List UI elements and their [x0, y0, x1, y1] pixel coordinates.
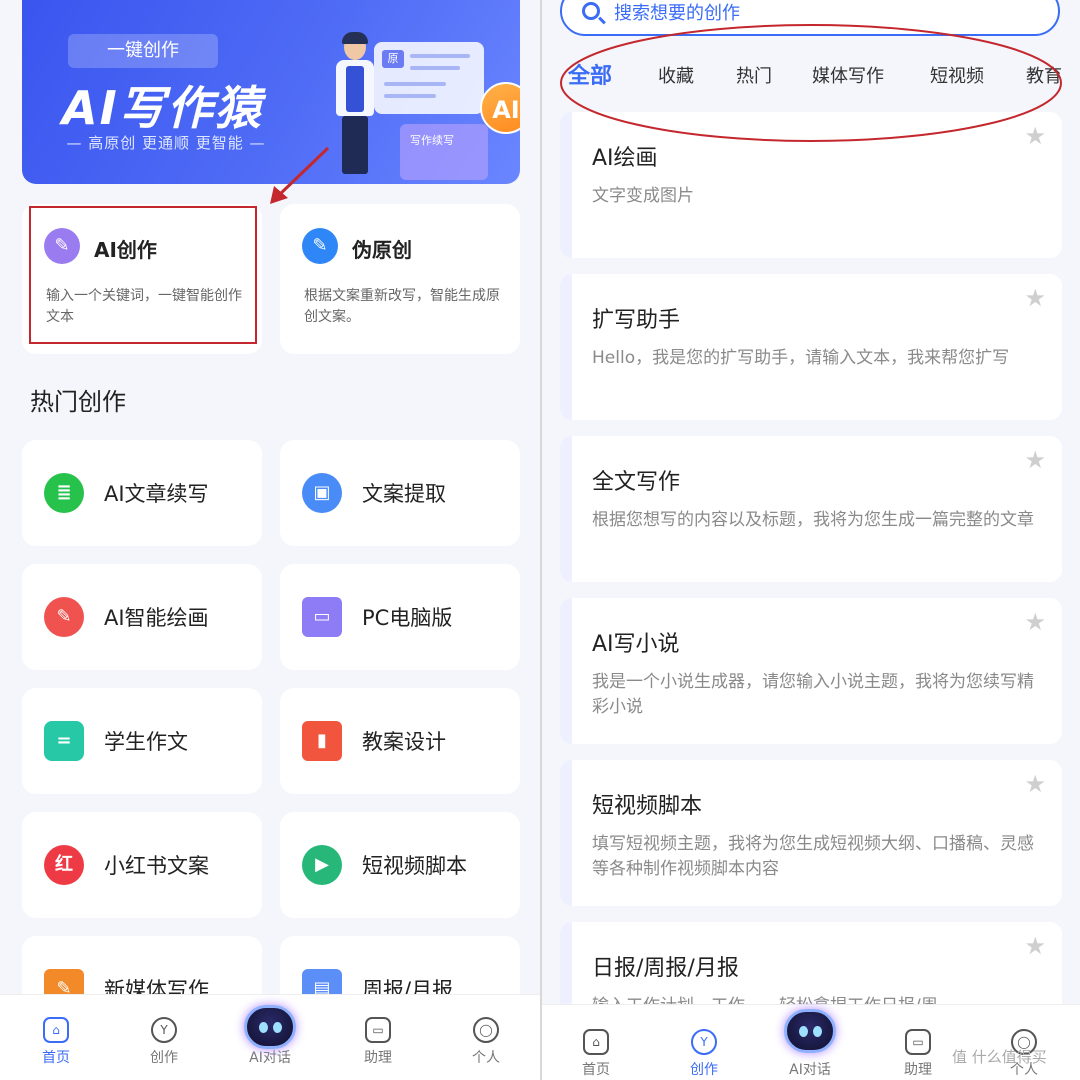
- bottom-nav: ⌂ 首页 Y 创作 AI对话 ▭ 助理 ◯ 个人: [542, 1004, 1080, 1080]
- tool-pc-version[interactable]: ▭ PC电脑版: [280, 564, 520, 670]
- nav-profile[interactable]: ◯ 个人: [446, 1017, 526, 1067]
- rewrite-title: 伪原创: [352, 238, 412, 262]
- nav-label: AI对话: [789, 1062, 831, 1078]
- home-icon: ⌂: [583, 1029, 609, 1055]
- laptop-icon: ▭: [302, 597, 342, 637]
- assistant-icon: ▭: [365, 1017, 391, 1043]
- nav-label: 助理: [904, 1062, 932, 1078]
- star-icon[interactable]: ★: [1024, 284, 1046, 312]
- item-desc: Hello，我是您的扩写助手，请输入文本，我来帮您扩写: [592, 348, 1010, 368]
- home-screen: 一键创作 AI写作猿 — 高原创 更通顺 更智能 — 原 写作续写 AI ✎ A…: [0, 0, 540, 1080]
- list-item[interactable]: 全文写作 根据您想写的内容以及标题，我将为您生成一篇完整的文章 ★: [560, 436, 1062, 582]
- illustration-card: 原: [374, 42, 484, 114]
- nav-label: 首页: [582, 1062, 610, 1078]
- tool-label: AI智能绘画: [104, 606, 209, 630]
- assistant-icon: ▭: [905, 1029, 931, 1055]
- tool-label: AI文章续写: [104, 482, 209, 506]
- bottom-nav: ⌂ 首页 Y 创作 AI对话 ▭ 助理 ◯ 个人: [0, 994, 540, 1080]
- nav-create[interactable]: Y 创作: [124, 1017, 204, 1067]
- robot-icon: [244, 1005, 296, 1049]
- create-icon: Y: [691, 1029, 717, 1055]
- illustration-line: [410, 54, 470, 58]
- video-extract-icon: ▣: [302, 473, 342, 513]
- home-icon: ⌂: [43, 1017, 69, 1043]
- star-icon[interactable]: ★: [1024, 932, 1046, 960]
- tool-label: 教案设计: [362, 730, 446, 754]
- tool-article-continue[interactable]: ≣ AI文章续写: [22, 440, 262, 546]
- tool-label: 学生作文: [104, 730, 188, 754]
- banner-subtitle: — 高原创 更通顺 更智能 —: [66, 134, 266, 152]
- illustration-line: [384, 82, 446, 86]
- robot-icon: [784, 1009, 836, 1053]
- tool-lesson-plan[interactable]: ▮ 教案设计: [280, 688, 520, 794]
- star-icon[interactable]: ★: [1024, 446, 1046, 474]
- item-title: 扩写助手: [592, 308, 681, 333]
- banner-tag: 一键创作: [68, 34, 218, 68]
- section-title-hot: 热门创作: [30, 388, 126, 416]
- nav-label: 助理: [364, 1050, 392, 1066]
- tool-ai-painting[interactable]: ✎ AI智能绘画: [22, 564, 262, 670]
- nav-label: 首页: [42, 1050, 70, 1066]
- star-icon[interactable]: ★: [1024, 770, 1046, 798]
- palette-icon: ✎: [44, 597, 84, 637]
- document-icon: ≣: [44, 473, 84, 513]
- illustration-card-secondary: 写作续写: [400, 124, 488, 180]
- item-title: 全文写作: [592, 470, 681, 495]
- edit-icon: ✎: [302, 228, 338, 264]
- nav-home[interactable]: ⌂ 首页: [556, 1029, 636, 1079]
- create-icon: Y: [151, 1017, 177, 1043]
- tool-xiaohongshu[interactable]: 红 小红书文案: [22, 812, 262, 918]
- rewrite-desc: 根据文案重新改写，智能生成原创文案。: [304, 288, 500, 325]
- nav-label: AI对话: [249, 1050, 291, 1066]
- tool-label: 小红书文案: [104, 854, 209, 878]
- list-item[interactable]: 短视频脚本 填写短视频主题，我将为您生成短视频大纲、口播稿、灵感等各种制作视频脚…: [560, 760, 1062, 906]
- search-icon: [582, 2, 600, 20]
- nav-label: 创作: [150, 1050, 178, 1066]
- item-desc: 根据您想写的内容以及标题，我将为您生成一篇完整的文章: [592, 510, 1034, 530]
- note-icon: =: [44, 721, 84, 761]
- banner-title: AI写作猿: [62, 81, 263, 135]
- nav-label: 创作: [690, 1062, 718, 1078]
- watermark: 值 什么值得买: [952, 1048, 1047, 1066]
- xiaohongshu-icon: 红: [44, 845, 84, 885]
- nav-ai-chat[interactable]: AI对话: [770, 1009, 850, 1079]
- item-title: 日报/周报/月报: [592, 956, 739, 981]
- illustration-person: [332, 32, 376, 174]
- list-item[interactable]: 扩写助手 Hello，我是您的扩写助手，请输入文本，我来帮您扩写 ★: [560, 274, 1062, 420]
- illustration-line: [384, 94, 436, 98]
- nav-home[interactable]: ⌂ 首页: [16, 1017, 96, 1067]
- star-icon[interactable]: ★: [1024, 608, 1046, 636]
- nav-assistant[interactable]: ▭ 助理: [338, 1017, 418, 1067]
- tool-copy-extract[interactable]: ▣ 文案提取: [280, 440, 520, 546]
- rewrite-card[interactable]: ✎ 伪原创 根据文案重新改写，智能生成原创文案。: [280, 204, 520, 354]
- profile-icon: ◯: [473, 1017, 499, 1043]
- item-desc: 填写短视频主题，我将为您生成短视频大纲、口播稿、灵感等各种制作视频脚本内容: [592, 834, 1034, 879]
- nav-ai-chat[interactable]: AI对话: [230, 1005, 310, 1067]
- tool-label: PC电脑版: [362, 606, 453, 630]
- create-screen: 全部 收藏 热门 媒体写作 短视频 教育 AI绘画 文字变成图片 ★ 扩写助手 …: [540, 0, 1080, 1080]
- tool-label: 短视频脚本: [362, 854, 467, 878]
- nav-label: 个人: [472, 1050, 500, 1066]
- annotation-oval-icon: [560, 24, 1062, 142]
- list-item[interactable]: AI写小说 我是一个小说生成器，请您输入小说主题，我将为您续写精彩小说 ★: [560, 598, 1062, 744]
- item-desc: 我是一个小说生成器，请您输入小说主题，我将为您续写精彩小说: [592, 672, 1034, 717]
- video-camera-icon: ▶: [302, 845, 342, 885]
- illustration-card-label: 原: [382, 50, 404, 68]
- illustration-line: [410, 66, 460, 70]
- item-desc: 文字变成图片: [592, 186, 694, 206]
- item-title: 短视频脚本: [592, 794, 703, 819]
- nav-create[interactable]: Y 创作: [664, 1029, 744, 1079]
- annotation-arrow-icon: [270, 146, 330, 204]
- tool-short-video-script[interactable]: ▶ 短视频脚本: [280, 812, 520, 918]
- tool-student-essay[interactable]: = 学生作文: [22, 688, 262, 794]
- tool-label: 文案提取: [362, 482, 446, 506]
- bookmark-icon: ▮: [302, 721, 342, 761]
- item-title: AI写小说: [592, 632, 680, 657]
- annotation-highlight-box: [29, 206, 257, 344]
- nav-assistant[interactable]: ▭ 助理: [878, 1029, 958, 1079]
